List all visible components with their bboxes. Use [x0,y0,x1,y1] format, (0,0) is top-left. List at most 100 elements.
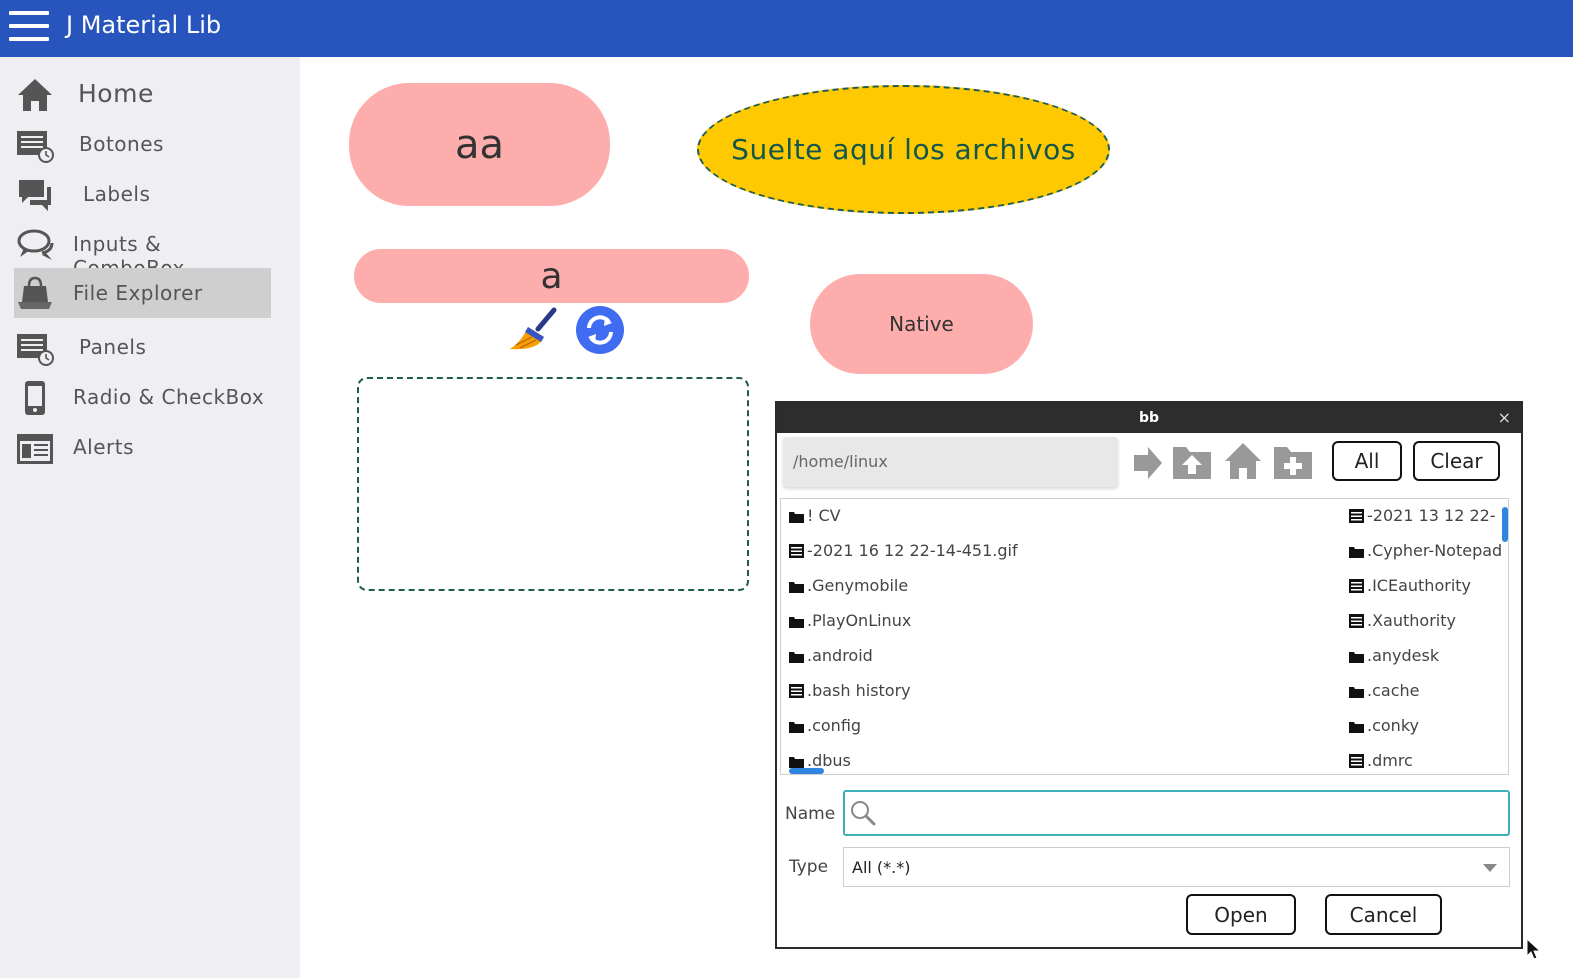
close-icon[interactable]: × [1498,408,1511,427]
home-folder-icon[interactable] [1224,441,1262,481]
file-name: .dmrc [1367,751,1413,770]
file-name: -2021 16 12 22-14-451.gif [807,541,1018,560]
open-button[interactable]: Open [1186,894,1296,935]
file-list-item[interactable]: .PlayOnLinux [789,611,911,630]
speech-bubbles-icon [17,229,54,260]
file-name: .cache [1367,681,1420,700]
list-clock-icon [17,131,54,163]
sidebar-item-alerts[interactable]: Alerts [14,422,271,472]
file-list[interactable]: ! CV -2021 16 12 22-14-451.gif .Genymobile… [780,498,1509,775]
shopping-bag-icon [18,276,52,309]
file-icon [789,684,804,698]
sidebar-item-panels[interactable]: Panels [14,322,271,372]
mouse-cursor-icon [1526,938,1542,960]
path-field[interactable]: /home/linux [783,437,1118,487]
filename-input[interactable] [843,790,1510,836]
sidebar-item-file-explorer[interactable]: File Explorer [14,268,271,318]
folder-icon [1349,547,1364,558]
native-button[interactable]: Native [810,274,1033,374]
dialog-title: bb [1138,410,1160,426]
sidebar-item-label: Alerts [73,435,135,459]
folder-icon [789,722,804,733]
file-icon [1349,614,1364,628]
sidebar: Home Botones Labels Inputs & ComboBox [0,57,300,978]
home-icon [18,79,52,111]
file-icon [1349,509,1364,523]
file-list-item[interactable]: .android [789,646,873,665]
all-button[interactable]: All [1332,441,1402,481]
go-arrow-icon[interactable] [1132,445,1164,481]
file-name: .Genymobile [807,576,909,595]
file-list-item[interactable]: .bash history [789,681,911,700]
pill-button-aa[interactable]: aa [349,83,610,206]
sidebar-item-home[interactable]: Home [14,69,271,119]
file-list-item[interactable]: .dmrc [1349,751,1413,770]
file-name: .config [807,716,862,735]
horizontal-scrollbar[interactable] [789,768,824,774]
pill-input-a[interactable]: a [354,249,749,303]
file-list-item[interactable]: .anydesk [1349,646,1439,665]
vertical-scrollbar[interactable] [1502,507,1508,542]
mobile-phone-icon [25,381,45,415]
clear-button[interactable]: Clear [1413,441,1500,481]
top-app-bar: J Material Lib [0,0,1573,57]
file-list-item[interactable]: -2021 16 12 22-14-451.gif [789,541,1018,560]
file-icon [1349,579,1364,593]
sidebar-item-inputs-combobox[interactable]: Inputs & ComboBox [14,219,271,280]
file-name: .Xauthority [1367,611,1456,630]
file-list-item[interactable]: -2021 13 12 22- [1349,506,1496,525]
file-list-item[interactable]: .config [789,716,861,735]
folder-icon [1349,687,1364,698]
sidebar-item-radio-checkbox[interactable]: Radio & CheckBox [14,372,271,422]
file-name: .Cypher-Notepad [1367,541,1503,560]
chevron-down-icon [1483,864,1497,872]
folder-icon [1349,652,1364,663]
list-clock-icon [17,334,54,366]
folder-icon [789,617,804,628]
broom-icon[interactable] [508,307,560,355]
file-name: .PlayOnLinux [807,611,912,630]
window-icon [17,434,53,464]
app-title: J Material Lib [66,11,222,39]
file-list-item[interactable]: .Genymobile [789,576,908,595]
file-list-item[interactable]: .ICEauthority [1349,576,1471,595]
file-name: -2021 13 12 22- [1367,506,1496,525]
file-icon [789,544,804,558]
file-drop-zone[interactable]: Suelte aquí los archivos [697,85,1110,214]
folder-icon [1349,722,1364,733]
refresh-icon[interactable] [576,306,624,354]
chat-bubbles-icon [19,180,51,211]
folder-icon [789,652,804,663]
sidebar-item-label: File Explorer [73,281,203,305]
parent-folder-icon[interactable] [1172,441,1212,481]
name-label: Name [785,804,836,824]
type-label: Type [789,857,829,877]
file-name: .android [807,646,873,665]
file-type-value: All (*.*) [852,858,911,877]
file-list-item[interactable]: .Xauthority [1349,611,1456,630]
new-folder-icon[interactable] [1273,441,1313,481]
folder-icon [789,757,804,768]
file-type-select[interactable]: All (*.*) [843,847,1510,887]
sidebar-item-label: Panels [79,335,147,359]
folder-icon [789,582,804,593]
dialog-title-bar[interactable]: bb × [777,403,1521,433]
file-name: .ICEauthority [1367,576,1471,595]
sidebar-item-label: Radio & CheckBox [73,385,265,409]
folder-icon [789,512,804,523]
file-icon [1349,754,1364,768]
file-name: ! CV [807,506,841,525]
drop-area[interactable] [357,377,749,591]
sidebar-item-botones[interactable]: Botones [14,119,271,169]
sidebar-item-label: Labels [83,182,151,206]
sidebar-item-label: Home [78,79,154,108]
menu-icon[interactable] [9,11,49,41]
search-icon [851,801,876,826]
sidebar-item-label: Botones [79,132,164,156]
file-list-item[interactable]: ! CV [789,506,841,525]
sidebar-item-labels[interactable]: Labels [14,169,271,219]
file-list-item[interactable]: .cache [1349,681,1419,700]
cancel-button[interactable]: Cancel [1325,894,1442,935]
file-list-item[interactable]: .conky [1349,716,1419,735]
file-list-item[interactable]: .Cypher-Notepad [1349,541,1502,560]
